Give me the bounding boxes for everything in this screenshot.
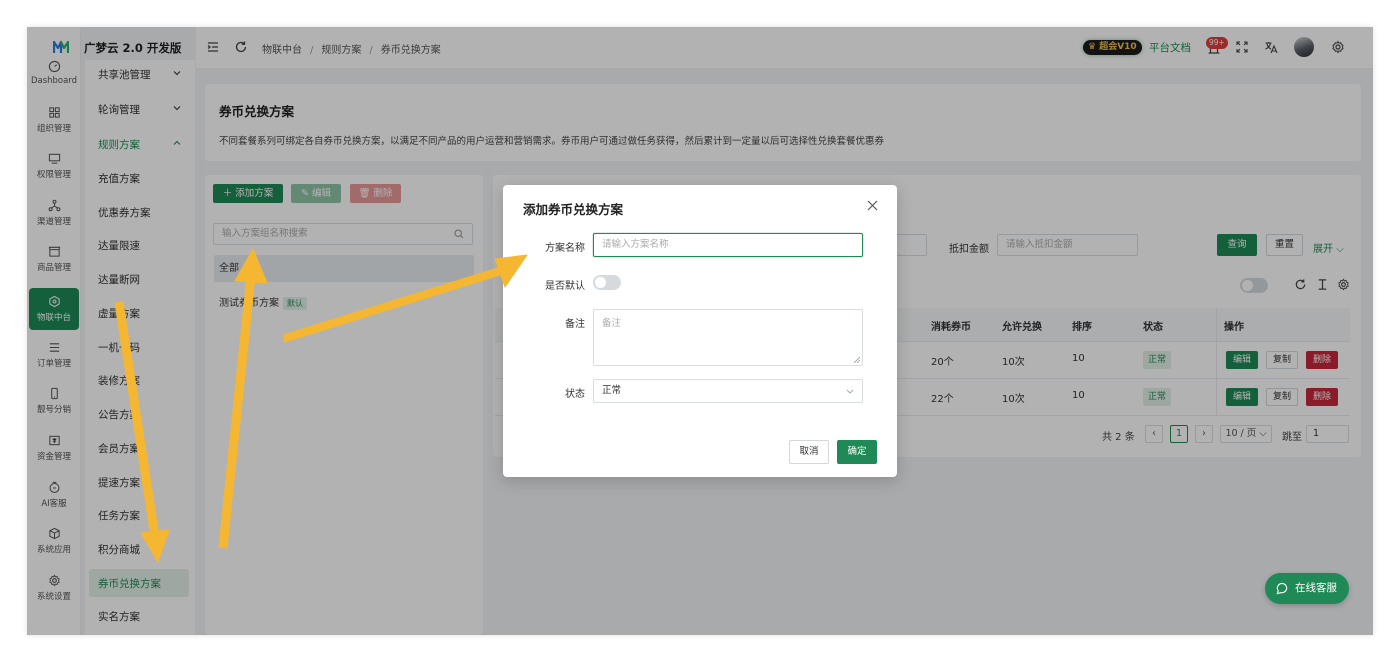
- scheme-name-input[interactable]: 请输入方案名称: [593, 233, 863, 257]
- add-scheme-modal: 添加券币兑换方案 方案名称 请输入方案名称 是否默认 备注 备注 状态 正常 取…: [503, 185, 897, 477]
- confirm-button[interactable]: 确定: [837, 440, 877, 464]
- modal-title: 添加券币兑换方案: [523, 202, 624, 217]
- chat-bubble-icon: [1276, 582, 1288, 595]
- status-select[interactable]: 正常: [593, 379, 863, 403]
- remark-textarea[interactable]: 备注: [593, 309, 863, 366]
- chevron-down-icon: [846, 389, 854, 394]
- resize-handle-icon[interactable]: [854, 357, 860, 363]
- status-label: 状态: [565, 389, 585, 400]
- scheme-name-label: 方案名称: [545, 243, 585, 254]
- is-default-label: 是否默认: [545, 281, 585, 292]
- app-window: Dashboard 组织管理 权限管理 渠道管理 商品管理 物联中台 订单管理 靓号分销 资金管…: [27, 27, 1373, 635]
- is-default-switch[interactable]: [593, 275, 621, 290]
- close-icon[interactable]: [867, 200, 878, 211]
- remark-label: 备注: [565, 319, 585, 330]
- online-support-button[interactable]: 在线客服: [1265, 573, 1349, 604]
- cancel-button[interactable]: 取消: [789, 440, 829, 464]
